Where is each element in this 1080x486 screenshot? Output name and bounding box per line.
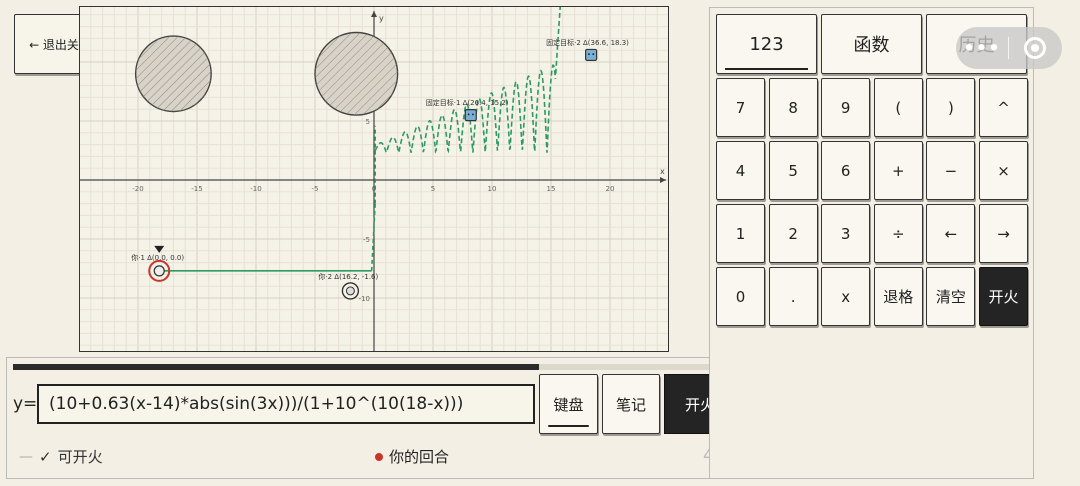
x-tick-label: 10 [488,185,497,193]
key-22[interactable]: 清空 [926,267,976,326]
x-tick-label: -20 [132,185,143,193]
key-0[interactable]: 7 [716,78,765,137]
target-2-eye [588,53,590,56]
miniprogram-capsule: ••• [956,27,1062,69]
player2-avatar [345,286,355,296]
y-tick-label: -5 [363,236,370,244]
key-12[interactable]: 1 [716,204,765,263]
key-3[interactable]: ( [873,78,923,137]
key-19[interactable]: . [768,267,818,326]
formula-input[interactable]: (10+0.63(x-14)*abs(sin(3x)))/(1+10^(10(1… [37,384,535,424]
x-tick-label: 20 [606,185,615,193]
x-axis-label: x [660,167,665,176]
y-equals-label: y= [13,394,38,414]
key-9[interactable]: + [873,141,923,200]
active-underline [548,425,589,427]
target-1-eye [472,113,474,116]
check-icon: ✓ [39,447,52,466]
can-fire-label: 可开火 [57,448,103,466]
status-row: — ✓ 可开火 你的回合 43s [7,444,737,468]
game-graph: x y -20 -15 -10 -5 0 5 10 15 20 5 -5 -10 固定目标·1 Δ(26.4… [79,6,669,352]
key-10[interactable]: − [926,141,976,200]
key-13[interactable]: 2 [768,204,818,263]
obstacle-left-hatch [135,36,212,112]
y-axis-label: y [379,14,384,23]
keyboard-button[interactable]: 键盘 [539,374,598,434]
key-1[interactable]: 8 [768,78,818,137]
key-5[interactable]: ^ [979,78,1028,137]
player-avatar [153,265,165,277]
player-label: 你·1 Δ(0.0, 0.0) [131,253,184,262]
y-axis-arrow [371,11,377,17]
key-2[interactable]: 9 [821,78,871,137]
target-2 [585,48,598,62]
player2-label: 你·2 Δ(16.2, -1.6) [318,272,378,281]
active-underline [725,68,808,70]
turn-progress-fill [13,364,539,370]
x-tick-label: 15 [547,185,556,193]
key-17[interactable]: → [979,204,1028,263]
y-tick-label: 5 [366,118,370,126]
tab-numbers[interactable]: 123 [716,14,817,74]
x-tick-label: -10 [250,185,261,193]
key-14[interactable]: 3 [821,204,871,263]
target-2-eye [592,53,595,56]
graph-canvas: xy-20 -15 -10 -5 0 5 10 15 205-5-10固定目标·1 Δ(26.4… [80,7,668,351]
more-options-icon[interactable]: ••• [956,38,1008,59]
key-20[interactable]: x [821,267,871,326]
key-23[interactable]: 开火 [979,267,1028,326]
x-tick-label: -5 [312,185,319,193]
target-2-label: 固定目标·2 Δ(36.6, 18.3) [546,38,629,47]
key-4[interactable]: ) [926,78,976,137]
target-1-label: 固定目标·1 Δ(26.4, 15.2) [426,98,509,107]
y-tick-label: -10 [359,295,370,303]
keyboard-button-label: 键盘 [553,395,584,414]
target-1 [464,108,477,122]
key-15[interactable]: ÷ [873,204,923,263]
can-fire-status: — ✓ 可开火 [19,446,103,467]
key-16[interactable]: ← [926,204,976,263]
turn-dot-icon [375,452,383,461]
close-miniprogram-icon[interactable] [1009,37,1061,59]
player-turn-marker [154,245,165,253]
key-7[interactable]: 5 [768,141,818,200]
key-21[interactable]: 退格 [873,267,923,326]
turn-indicator: 你的回合 [375,446,449,467]
tab-functions[interactable]: 函数 [821,14,922,74]
tab-numbers-label: 123 [749,33,784,55]
x-tick-label: 5 [431,185,435,193]
keypad-panel: 123 函数 历史 789()^456+−×123÷←→0.x退格清空开火 [709,7,1034,479]
tilde-icon: — [19,448,33,465]
turn-progress-bar [13,364,733,370]
target-1-eye [467,113,470,116]
input-panel: y= (10+0.63(x-14)*abs(sin(3x)))/(1+10^(1… [6,357,738,479]
obstacle-right-hatch [315,32,398,116]
key-18[interactable]: 0 [716,267,765,326]
key-6[interactable]: 4 [716,141,765,200]
x-axis-arrow [660,177,666,183]
turn-label: 你的回合 [389,448,450,466]
key-11[interactable]: × [979,141,1028,200]
key-8[interactable]: 6 [821,141,871,200]
notes-button[interactable]: 笔记 [602,374,660,434]
x-tick-label: -15 [191,185,202,193]
